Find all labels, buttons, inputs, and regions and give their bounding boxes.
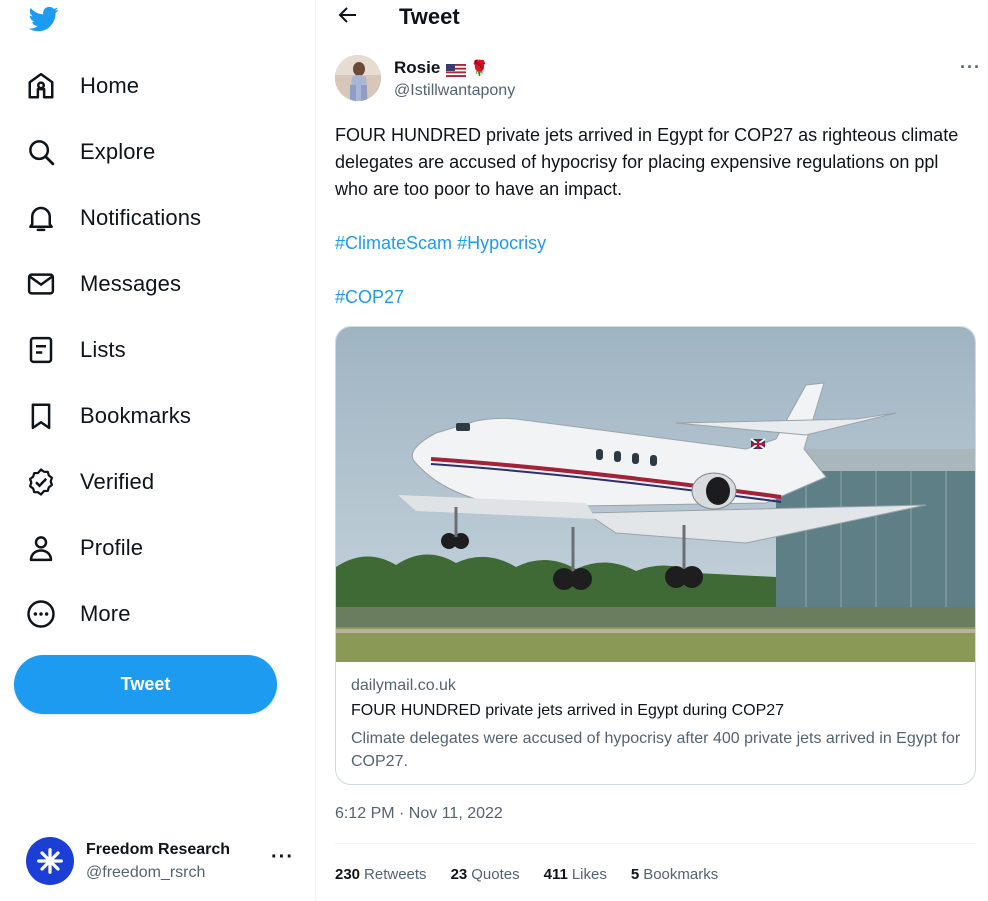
hashtag-link[interactable]: #Hypocrisy [457, 233, 546, 253]
nav-label: Messages [80, 271, 182, 296]
avatar[interactable] [335, 55, 381, 101]
nav-label: Home [80, 73, 140, 98]
account-name: Freedom Research [86, 840, 231, 858]
account-handle: @freedom_rsrch [86, 863, 206, 881]
rose-emoji: 🌹 [470, 60, 489, 77]
nav-verified[interactable]: Verified [24, 460, 154, 504]
hashtag-link[interactable]: #COP27 [335, 287, 404, 307]
stat-label: Likes [571, 866, 607, 883]
stat-count: 5 [630, 866, 640, 883]
nav-label: More [80, 601, 131, 626]
card-description: Climate delegates were accused of hypocr… [351, 730, 961, 770]
nav-label: Bookmarks [80, 403, 191, 428]
nav-profile[interactable]: Profile [24, 526, 143, 570]
main-column: Tweet Rosie 🌹 @Istillwantapony ··· FOUR … [317, 0, 988, 901]
sidebar: Home Explore Notifications Messages List… [0, 0, 316, 901]
stat-label: Quotes [471, 866, 520, 883]
verified-icon [24, 465, 58, 499]
nav-label: Explore [80, 139, 156, 164]
tweet-button[interactable]: Tweet [14, 655, 277, 714]
stat-quotes[interactable]: 23 Quotes [451, 866, 520, 883]
arrow-left-icon[interactable] [336, 3, 360, 27]
person-icon [24, 531, 58, 565]
nav-bookmarks[interactable]: Bookmarks [24, 394, 191, 438]
stat-count: 230 [335, 866, 361, 883]
stat-label: Bookmarks [643, 866, 719, 883]
hashtag-line: #ClimateScam #Hypocrisy [335, 233, 546, 254]
nav-more[interactable]: More [24, 592, 131, 636]
more-circle-icon [24, 597, 58, 631]
nav-label: Notifications [80, 205, 202, 230]
author-name[interactable]: Rosie [394, 58, 440, 78]
card-title: FOUR HUNDRED private jets arrived in Egy… [351, 702, 785, 719]
nav-explore[interactable]: Explore [24, 130, 155, 174]
page-title: Tweet [399, 4, 460, 29]
hashtag-line: #COP27 [335, 287, 404, 308]
stat-bookmarks[interactable]: 5 Bookmarks [631, 866, 718, 883]
more-icon[interactable]: ··· [960, 57, 981, 78]
tweet-stats: 230 Retweets 23 Quotes 411 Likes 5 Bookmarks [335, 866, 742, 883]
us-flag-icon [446, 62, 467, 77]
tweet-text: FOUR HUNDRED private jets arrived in Egy… [335, 125, 959, 199]
card-image [336, 327, 975, 662]
bell-icon [24, 201, 58, 235]
nav-notifications[interactable]: Notifications [24, 196, 201, 240]
home-icon [24, 69, 58, 103]
tweet-author: Rosie 🌹 @Istillwantapony ··· [335, 55, 980, 105]
envelope-icon [24, 267, 58, 301]
stat-count: 23 [450, 866, 468, 883]
list-icon [24, 333, 58, 367]
nav-messages[interactable]: Messages [24, 262, 181, 306]
twitter-bird-icon[interactable] [26, 4, 62, 34]
stat-count: 411 [543, 866, 568, 883]
nav-label: Lists [80, 337, 126, 362]
stat-likes[interactable]: 411 Likes [544, 866, 607, 883]
tweet-timestamp[interactable]: 6:12 PM · Nov 11, 2022 [335, 805, 503, 823]
stat-label: Retweets [364, 866, 427, 883]
nav-label: Profile [80, 535, 144, 560]
hashtag-link[interactable]: #ClimateScam [335, 233, 452, 253]
stat-retweets[interactable]: 230 Retweets [335, 866, 427, 883]
nav-label: Verified [80, 469, 155, 494]
bookmark-icon [24, 399, 58, 433]
avatar [26, 837, 74, 885]
divider [335, 843, 976, 844]
nav-home[interactable]: Home [24, 64, 139, 108]
nav-lists[interactable]: Lists [24, 328, 126, 372]
header: Tweet [317, 0, 988, 36]
more-icon[interactable]: ··· [271, 846, 294, 869]
account-switcher[interactable]: Freedom Research @freedom_rsrch ··· [26, 836, 302, 886]
link-card[interactable]: dailymail.co.uk FOUR HUNDRED private jet… [335, 326, 976, 785]
search-icon [24, 135, 58, 169]
author-handle[interactable]: @Istillwantapony [394, 82, 515, 100]
card-domain: dailymail.co.uk [351, 677, 456, 694]
